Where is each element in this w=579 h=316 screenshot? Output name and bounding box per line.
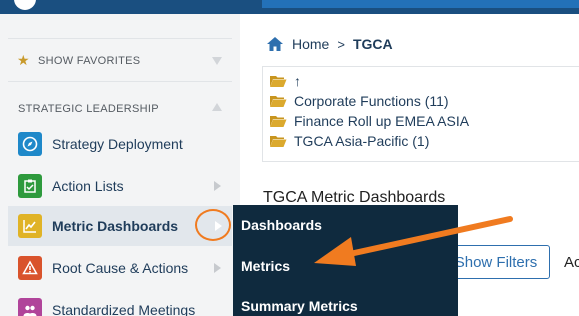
show-favorites-label: SHOW FAVORITES <box>38 55 141 67</box>
flyout-item-dashboards[interactable]: Dashboards <box>241 217 322 233</box>
people-icon <box>18 298 42 316</box>
breadcrumb: Home > TGCA <box>266 36 393 52</box>
flyout-menu: Dashboards Metrics Summary Metrics <box>233 205 458 316</box>
show-filters-button[interactable]: Show Filters <box>442 245 550 279</box>
folder-list: ↑ Corporate Functions (11) Finance Roll … <box>262 66 579 162</box>
sidebar-item-label: Metric Dashboards <box>52 218 179 234</box>
sidebar-item-label: Standardized Meetings <box>52 302 196 316</box>
flyout-item-metrics[interactable]: Metrics <box>241 258 290 274</box>
folder-open-icon <box>270 96 287 107</box>
compass-icon <box>18 132 42 156</box>
sidebar-item-action-lists[interactable]: Action Lists <box>8 166 232 206</box>
folder-label: ↑ <box>294 73 301 89</box>
folder-item[interactable]: TGCA Asia-Pacific (1) <box>269 131 429 151</box>
show-favorites-toggle[interactable]: ★ SHOW FAVORITES <box>8 38 232 82</box>
app-logo[interactable] <box>14 0 36 10</box>
sidebar-item-label: Root Cause & Actions <box>52 260 189 276</box>
breadcrumb-home-link[interactable]: Home <box>292 36 329 52</box>
folder-label: Corporate Functions (11) <box>294 93 449 109</box>
annotation-circle <box>195 209 231 241</box>
breadcrumb-separator: > <box>337 36 345 52</box>
sidebar-item-label: Strategy Deployment <box>52 136 183 152</box>
clipboard-check-icon <box>18 174 42 198</box>
folder-label: TGCA Asia-Pacific (1) <box>294 133 430 149</box>
home-icon[interactable] <box>266 36 284 52</box>
sidebar-item-standardized-meetings[interactable]: Standardized Meetings <box>8 290 232 316</box>
top-bar <box>0 0 579 14</box>
folder-label: Finance Roll up EMEA ASIA <box>294 113 470 129</box>
folder-open-icon <box>270 136 287 147</box>
chevron-right-icon <box>214 181 221 191</box>
flyout-item-summary-metrics[interactable]: Summary Metrics <box>241 298 358 314</box>
folder-open-icon <box>270 116 287 127</box>
breadcrumb-current: TGCA <box>352 36 393 52</box>
star-icon: ★ <box>17 52 30 68</box>
folder-item[interactable]: Finance Roll up EMEA ASIA <box>269 111 469 131</box>
sidebar-item-strategy-deployment[interactable]: Strategy Deployment <box>8 124 232 164</box>
warning-icon <box>18 256 42 280</box>
chevron-right-icon <box>214 263 221 273</box>
sidebar-item-label: Action Lists <box>52 178 124 194</box>
truncated-label: Ac <box>564 254 579 271</box>
sidebar: ★ SHOW FAVORITES STRATEGIC LEADERSHIP St… <box>0 14 240 316</box>
section-header-strategic-leadership: STRATEGIC LEADERSHIP <box>18 103 159 115</box>
folder-open-icon <box>270 76 287 87</box>
sidebar-item-root-cause-actions[interactable]: Root Cause & Actions <box>8 248 232 288</box>
folder-item[interactable]: Corporate Functions (11) <box>269 91 449 111</box>
line-chart-icon <box>18 214 42 238</box>
top-bar-segment <box>262 0 579 8</box>
caret-down-icon <box>212 57 222 65</box>
caret-up-icon[interactable] <box>212 103 222 111</box>
folder-up[interactable]: ↑ <box>269 71 301 91</box>
